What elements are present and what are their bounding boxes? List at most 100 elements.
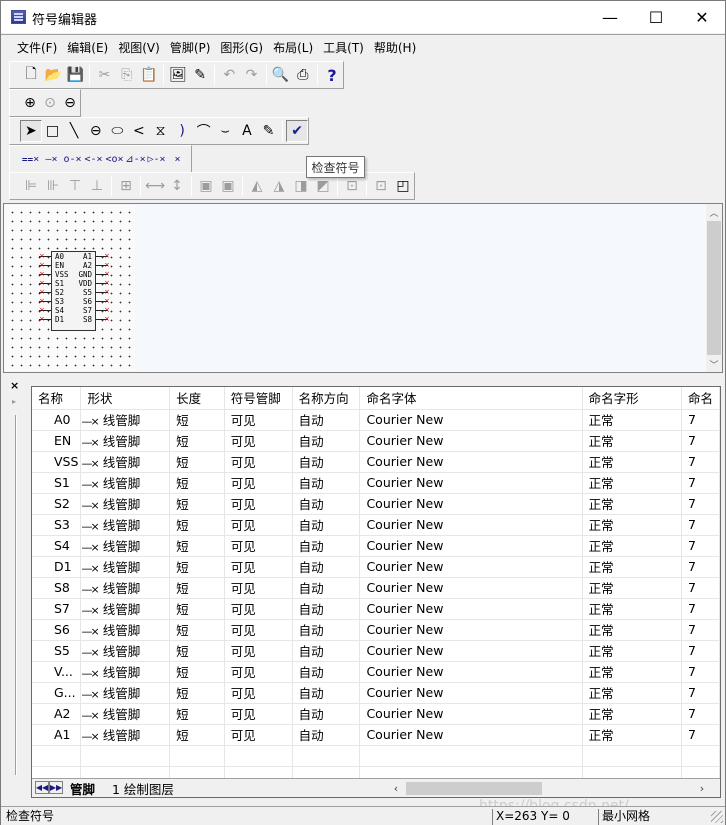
symbol-body[interactable]: A0 A1 EN A2 VSS GND S1 VDD S2 S5 S3 S6 S4 S7 D1 S8 <box>51 251 96 331</box>
pin-array-icon[interactable]: ⩵× <box>20 148 41 170</box>
cell-shape[interactable]: —× 线管脚 <box>80 724 171 746</box>
text-icon[interactable]: A <box>236 120 258 142</box>
cell-font[interactable]: Courier New <box>359 661 583 683</box>
menu-graphics[interactable]: 图形(G) <box>216 38 267 58</box>
cell-size[interactable]: 7 <box>681 514 720 536</box>
cell-font[interactable]: Courier New <box>359 451 583 473</box>
pin-input-icon[interactable]: ⊿-× <box>125 148 146 170</box>
cell-length[interactable]: 短 <box>169 577 225 599</box>
table-row[interactable]: S8 —× 线管脚短可见 自动 Courier New 正常 7 <box>32 577 720 599</box>
empty-row[interactable] <box>32 745 720 767</box>
cell-visible[interactable]: 可见 <box>224 535 293 557</box>
pin-dot-icon[interactable]: o-× <box>62 148 83 170</box>
menu-edit[interactable]: 编辑(E) <box>63 38 112 58</box>
cell-length[interactable]: 短 <box>169 682 225 704</box>
redo-icon[interactable]: ↷ <box>240 64 262 86</box>
cell-style[interactable]: 正常 <box>582 451 683 473</box>
ungroup-icon[interactable]: ⊡ <box>370 175 392 197</box>
cell-size[interactable]: 7 <box>681 661 720 683</box>
rectangle-icon[interactable]: □ <box>42 120 64 142</box>
line-icon[interactable]: ╲ <box>63 120 85 142</box>
cell-font[interactable]: Courier New <box>359 409 583 431</box>
pin-output-icon[interactable]: ▷-× <box>146 148 167 170</box>
circle-icon[interactable]: ⊖ <box>85 120 107 142</box>
title-bar[interactable]: 符号编辑器 — ☐ ✕ <box>1 1 725 33</box>
cell-length[interactable]: 短 <box>169 556 225 578</box>
print-preview-icon[interactable]: 🔍 <box>270 64 292 86</box>
space-horizontal-icon[interactable]: ⟷ <box>144 175 166 197</box>
table-row[interactable]: EN —× 线管脚短可见 自动 Courier New 正常 7 <box>32 430 720 452</box>
cell-direction[interactable]: 自动 <box>292 640 361 662</box>
panel-expand-icon[interactable]: ▸ <box>12 397 16 406</box>
menu-pin[interactable]: 管脚(P) <box>166 38 215 58</box>
cell-font[interactable]: Courier New <box>359 493 583 515</box>
minimize-button[interactable]: — <box>587 1 633 33</box>
menu-layout[interactable]: 布局(L) <box>269 38 317 58</box>
cell-visible[interactable]: 可见 <box>224 430 293 452</box>
cell-visible[interactable]: 可见 <box>224 577 293 599</box>
copy-icon[interactable]: ⎘ <box>116 64 138 86</box>
pin-none-icon[interactable]: × <box>167 148 188 170</box>
cell-font[interactable]: Courier New <box>359 472 583 494</box>
cell-length[interactable]: 短 <box>169 598 225 620</box>
cell-name[interactable]: G... <box>32 682 82 704</box>
open-folder-icon[interactable]: 📂 <box>42 64 64 86</box>
flip-vertical-icon[interactable]: ◩ <box>312 175 334 197</box>
align-top-icon[interactable]: ⊤ <box>64 175 86 197</box>
cell-direction[interactable]: 自动 <box>292 661 361 683</box>
cell-length[interactable]: 短 <box>169 535 225 557</box>
cell-size[interactable]: 7 <box>681 430 720 452</box>
cell-style[interactable]: 正常 <box>582 535 683 557</box>
table-row[interactable]: D1 —× 线管脚短可见 自动 Courier New 正常 7 <box>32 556 720 578</box>
cell-style[interactable]: 正常 <box>582 619 683 641</box>
cell-direction[interactable]: 自动 <box>292 451 361 473</box>
cell-shape[interactable]: —× 线管脚 <box>80 682 171 704</box>
paste-icon[interactable]: 📋 <box>138 64 160 86</box>
cell-length[interactable]: 短 <box>169 724 225 746</box>
cell-size[interactable]: 7 <box>681 556 720 578</box>
cell-font[interactable]: Courier New <box>359 556 583 578</box>
column-header[interactable]: 命名字体 <box>359 387 583 410</box>
cell-font[interactable]: Courier New <box>359 724 583 746</box>
cell-shape[interactable]: —× 线管脚 <box>80 514 171 536</box>
menu-tools[interactable]: 工具(T) <box>319 38 368 58</box>
symbol-canvas[interactable]: A0 A1 EN A2 VSS GND S1 VDD S2 S5 S3 S6 S4 S7 D1 S8 × × × ×… <box>3 203 723 373</box>
table-row[interactable]: S3 —× 线管脚短可见 自动 Courier New 正常 7 <box>32 514 720 536</box>
table-row[interactable]: VSS —× 线管脚短可见 自动 Courier New 正常 7 <box>32 451 720 473</box>
empty-cell[interactable] <box>359 745 583 767</box>
align-center-icon[interactable]: ⊞ <box>115 175 137 197</box>
polygon-icon[interactable]: ⧖ <box>150 120 172 142</box>
cell-direction[interactable]: 自动 <box>292 577 361 599</box>
cell-name[interactable]: S6 <box>32 619 82 641</box>
cell-style[interactable]: 正常 <box>582 703 683 725</box>
cell-size[interactable]: 7 <box>681 682 720 704</box>
cell-length[interactable]: 短 <box>169 493 225 515</box>
cell-size[interactable]: 7 <box>681 451 720 473</box>
flip-horizontal-icon[interactable]: ◨ <box>290 175 312 197</box>
polyline-icon[interactable]: < <box>128 120 150 142</box>
menu-file[interactable]: 文件(F) <box>13 38 61 58</box>
cell-font[interactable]: Courier New <box>359 703 583 725</box>
scroll-thumb[interactable] <box>707 221 721 355</box>
column-header[interactable]: 形状 <box>80 387 171 410</box>
help-icon[interactable]: ? <box>321 64 343 86</box>
cell-name[interactable]: A0 <box>32 409 82 431</box>
cell-name[interactable]: V... <box>32 661 82 683</box>
cell-direction[interactable]: 自动 <box>292 724 361 746</box>
table-row[interactable]: S6 —× 线管脚短可见 自动 Courier New 正常 7 <box>32 619 720 641</box>
last-sheet-icon[interactable]: ▶▶ <box>49 781 63 794</box>
table-row[interactable]: S4 —× 线管脚短可见 自动 Courier New 正常 7 <box>32 535 720 557</box>
cell-direction[interactable]: 自动 <box>292 493 361 515</box>
print-icon[interactable]: ⎙ <box>292 64 314 86</box>
cell-shape[interactable]: —× 线管脚 <box>80 640 171 662</box>
new-file-icon[interactable]: 🗋 <box>20 64 42 86</box>
panel-close-icon[interactable]: × <box>10 379 19 392</box>
maximize-button[interactable]: ☐ <box>633 1 679 33</box>
empty-cell[interactable] <box>681 745 720 767</box>
cell-shape[interactable]: —× 线管脚 <box>80 535 171 557</box>
scroll-up-icon[interactable]: ︿ <box>706 204 722 220</box>
cell-size[interactable]: 7 <box>681 619 720 641</box>
cell-direction[interactable]: 自动 <box>292 619 361 641</box>
menu-help[interactable]: 帮助(H) <box>370 38 420 58</box>
cell-shape[interactable]: —× 线管脚 <box>80 493 171 515</box>
